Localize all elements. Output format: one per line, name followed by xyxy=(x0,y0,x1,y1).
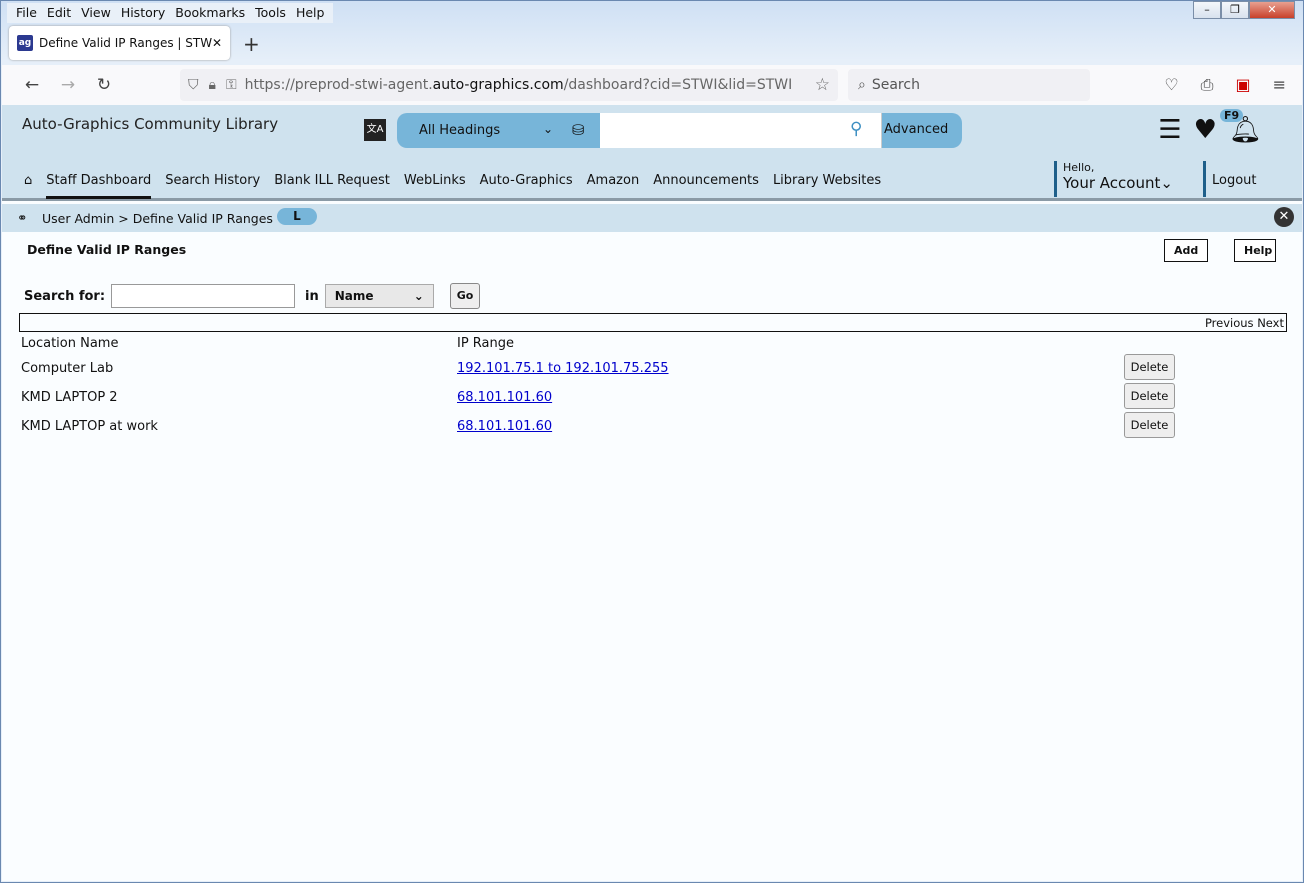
list-icon[interactable]: ☰ xyxy=(1158,115,1181,145)
key-icon: ⚿ xyxy=(225,77,237,93)
row-location: KMD LAPTOP at work xyxy=(21,419,158,434)
nav-staff-dashboard[interactable]: Staff Dashboard xyxy=(46,173,152,199)
menu-bar: File Edit View History Bookmarks Tools H… xyxy=(7,3,334,23)
minimize-button[interactable]: – xyxy=(1193,1,1221,19)
search-icon[interactable]: ⚲ xyxy=(850,119,862,139)
search-input[interactable] xyxy=(111,284,296,308)
url-domain: auto-graphics.com xyxy=(432,77,564,93)
ip-range-link[interactable]: 192.101.75.1 to 192.101.75.255 xyxy=(457,361,669,376)
menu-view[interactable]: View xyxy=(76,3,116,23)
site-header: Auto-Graphics Community Library 文A All H… xyxy=(2,105,1302,201)
row-location: Computer Lab xyxy=(21,361,114,376)
link-icon: ⚭ xyxy=(17,210,28,225)
close-tab-icon[interactable]: ✕ xyxy=(212,36,222,50)
field-select[interactable]: Name ⌄ xyxy=(324,284,434,308)
bookmark-star-icon[interactable]: ☆ xyxy=(815,75,830,95)
favicon-icon: ag xyxy=(17,35,33,51)
pager[interactable]: Previous Next xyxy=(19,313,1287,332)
delete-button[interactable]: Delete xyxy=(1124,412,1175,438)
delete-button[interactable]: Delete xyxy=(1124,354,1175,380)
main-nav: ⌂ Staff Dashboard Search History Blank I… xyxy=(24,173,881,199)
nav-weblinks[interactable]: WebLinks xyxy=(404,173,466,199)
ip-range-link[interactable]: 68.101.101.60 xyxy=(457,419,552,434)
url-suffix: /dashboard?cid=STWI&lid=STWI xyxy=(563,77,793,93)
hamburger-menu-icon[interactable]: ≡ xyxy=(1273,75,1286,95)
nav-amazon[interactable]: Amazon xyxy=(587,173,640,199)
menu-history[interactable]: History xyxy=(116,3,170,23)
search-box: All Headings ⌄ ⛁ ⚲ Advanced xyxy=(397,113,962,148)
reload-icon[interactable]: ↻ xyxy=(86,75,122,95)
forward-icon[interactable]: → xyxy=(50,75,86,95)
print-icon[interactable]: ⎙ xyxy=(1201,75,1214,95)
breadcrumb: ⚭ User Admin > Define Valid IP Ranges L … xyxy=(2,204,1302,232)
menu-tools[interactable]: Tools xyxy=(250,3,291,23)
nav-auto-graphics[interactable]: Auto-Graphics xyxy=(480,173,573,199)
library-name: Auto-Graphics Community Library xyxy=(22,115,279,133)
close-window-button[interactable]: ✕ xyxy=(1249,1,1295,19)
breadcrumb-pill[interactable]: L xyxy=(277,208,317,225)
search-scope-select[interactable]: All Headings xyxy=(419,123,500,138)
shield-icon: ⛉ xyxy=(188,77,199,93)
back-icon[interactable]: ← xyxy=(14,75,50,95)
favorites-badge: F9 xyxy=(1220,109,1244,122)
account-label: Your Account xyxy=(1063,174,1161,192)
add-button[interactable]: Add xyxy=(1164,239,1209,262)
nav-library-websites[interactable]: Library Websites xyxy=(773,173,881,199)
close-icon[interactable]: ✕ xyxy=(1274,207,1294,227)
new-tab-button[interactable]: + xyxy=(243,32,260,56)
chevron-down-icon: ⌄ xyxy=(1160,174,1173,192)
menu-file[interactable]: File xyxy=(11,3,42,23)
search-label: Search for: xyxy=(24,288,106,304)
ip-range-link[interactable]: 68.101.101.60 xyxy=(457,390,552,405)
chevron-down-icon: ⌄ xyxy=(413,289,424,303)
page: Auto-Graphics Community Library 文A All H… xyxy=(2,105,1302,881)
browser-tab[interactable]: ag Define Valid IP Ranges | STWI | st✕ xyxy=(9,26,230,60)
browser-search[interactable]: ⌕ Search xyxy=(848,69,1090,101)
nav-announcements[interactable]: Announcements xyxy=(653,173,759,199)
logout-link[interactable]: Logout xyxy=(1203,161,1263,197)
extension-icon[interactable]: ▣ xyxy=(1235,75,1250,95)
column-header-ip-range: IP Range xyxy=(457,336,515,351)
help-button[interactable]: Help xyxy=(1234,239,1276,262)
search-icon: ⌕ xyxy=(858,77,866,93)
go-button[interactable]: Go xyxy=(449,283,481,309)
url-prefix: https://preprod-stwi-agent. xyxy=(244,77,433,93)
translate-icon[interactable]: 文A xyxy=(364,119,386,141)
database-icon[interactable]: ⛁ xyxy=(572,121,585,139)
page-title: Define Valid IP Ranges xyxy=(27,242,187,257)
search-placeholder: Search xyxy=(871,77,920,93)
home-icon[interactable]: ⌂ xyxy=(24,173,32,199)
field-select-value: Name xyxy=(334,289,374,303)
hello-label: Hello, xyxy=(1063,161,1095,174)
browser-window: File Edit View History Bookmarks Tools H… xyxy=(0,0,1304,883)
pocket-icon[interactable]: ♡ xyxy=(1164,75,1178,95)
row-location: KMD LAPTOP 2 xyxy=(21,390,118,405)
advanced-search-button[interactable]: Advanced xyxy=(884,122,948,137)
menu-help[interactable]: Help xyxy=(291,3,330,23)
lock-icon: 🔒︎ xyxy=(208,77,216,93)
menu-edit[interactable]: Edit xyxy=(42,3,76,23)
chevron-down-icon[interactable]: ⌄ xyxy=(543,122,553,136)
restore-button[interactable]: ❐ xyxy=(1221,1,1249,19)
nav-search-history[interactable]: Search History xyxy=(165,173,260,199)
url-bar[interactable]: ⛉ 🔒︎ ⚿ https://preprod-stwi-agent. auto-grap… xyxy=(180,69,838,101)
breadcrumb-text: User Admin > Define Valid IP Ranges xyxy=(42,211,273,226)
catalog-search-input[interactable] xyxy=(600,113,882,148)
heart-icon[interactable]: ♥ xyxy=(1194,115,1217,145)
tab-title: Define Valid IP Ranges | STWI | st xyxy=(39,36,212,50)
menu-bookmarks[interactable]: Bookmarks xyxy=(170,3,250,23)
account-menu[interactable]: Hello, Your Account⌄ xyxy=(1054,161,1173,197)
in-label: in xyxy=(305,288,319,304)
nav-blank-ill-request[interactable]: Blank ILL Request xyxy=(274,173,390,199)
column-header-location: Location Name xyxy=(21,336,119,351)
delete-button[interactable]: Delete xyxy=(1124,383,1175,409)
